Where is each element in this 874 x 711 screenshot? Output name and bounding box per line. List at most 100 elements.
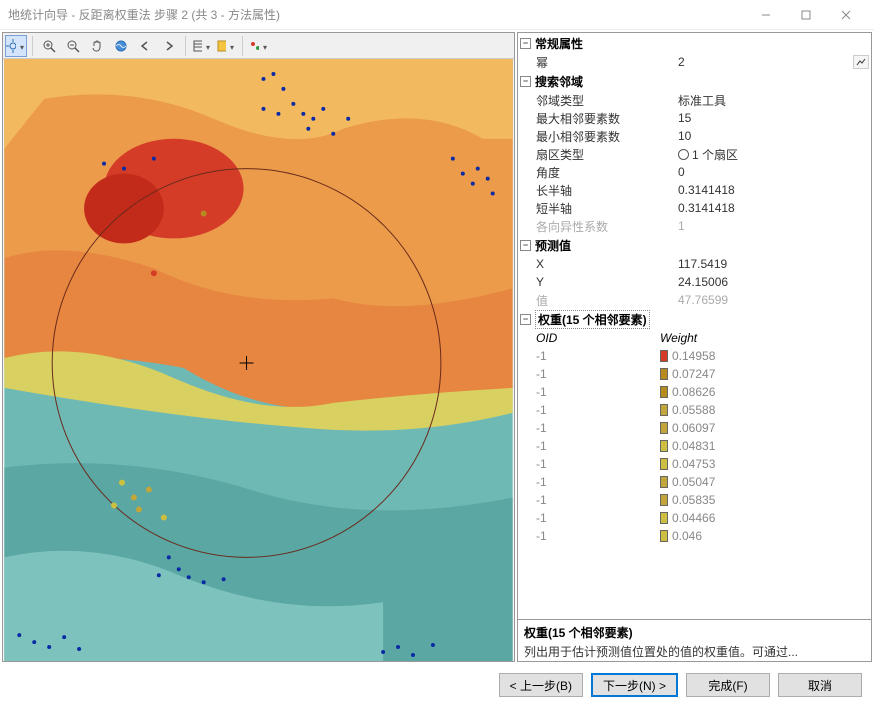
weight-oid: -1 (518, 439, 658, 453)
help-panel: 权重(15 个相邻要素) 列出用于估计预测值位置处的值的权重值。可通过... (518, 619, 871, 661)
prop-value: 值 47.76599 (518, 291, 871, 309)
section-predicted[interactable]: − 预测值 (518, 235, 871, 255)
window-controls (746, 0, 866, 30)
zoom-out-tool[interactable] (62, 35, 84, 57)
help-title: 权重(15 个相邻要素) (524, 624, 865, 641)
collapse-icon[interactable]: − (520, 314, 531, 325)
help-description: 列出用于估计预测值位置处的值的权重值。可通过... (524, 643, 865, 660)
section-general[interactable]: − 常规属性 (518, 33, 871, 53)
section-search[interactable]: − 搜索邻域 (518, 71, 871, 91)
toolbar-separator (32, 36, 33, 56)
map-view[interactable] (3, 59, 514, 661)
weight-value: 0.046 (672, 529, 702, 543)
points-menu[interactable] (248, 35, 270, 57)
weight-row[interactable]: -1 0.14958 (518, 347, 871, 365)
weight-oid: -1 (518, 493, 658, 507)
toolbar-separator (185, 36, 186, 56)
next-button[interactable]: 下一步(N) > (591, 673, 678, 697)
full-extent-tool[interactable] (110, 35, 132, 57)
prop-max-neighbors[interactable]: 最大相邻要素数 15 (518, 109, 871, 127)
weight-value: 0.14958 (672, 349, 715, 363)
section-title: 预测值 (535, 237, 571, 254)
properties-list: − 常规属性 幂 2 − 搜索邻域 邻域类型 标准工具 最大相邻要素数 15 (518, 33, 871, 619)
weight-oid: -1 (518, 457, 658, 471)
weight-color-icon (660, 476, 668, 488)
prev-extent-tool[interactable] (134, 35, 156, 57)
crosshair-tool[interactable] (5, 35, 27, 57)
weight-oid: -1 (518, 403, 658, 417)
col-oid-header: OID (518, 331, 658, 345)
prop-neighborhood-type[interactable]: 邻域类型 标准工具 (518, 91, 871, 109)
weight-value: 0.07247 (672, 367, 715, 381)
window-title: 地统计向导 - 反距离权重法 步骤 2 (共 3 - 方法属性) (8, 6, 746, 23)
weight-row[interactable]: -1 0.05047 (518, 473, 871, 491)
weight-value: 0.05835 (672, 493, 715, 507)
prop-min-neighbors[interactable]: 最小相邻要素数 10 (518, 127, 871, 145)
collapse-icon[interactable]: − (520, 76, 531, 87)
weight-color-icon (660, 386, 668, 398)
power-optimize-icon[interactable] (853, 55, 869, 69)
toolbar-separator (242, 36, 243, 56)
weight-oid: -1 (518, 349, 658, 363)
next-extent-tool[interactable] (158, 35, 180, 57)
sector-value: 1 个扇区 (692, 146, 738, 163)
view-menu[interactable] (191, 35, 213, 57)
weight-value: 0.04753 (672, 457, 715, 471)
pan-tool[interactable] (86, 35, 108, 57)
collapse-icon[interactable]: − (520, 38, 531, 49)
collapse-icon[interactable]: − (520, 240, 531, 251)
minimize-button[interactable] (746, 0, 786, 30)
weight-color-icon (660, 368, 668, 380)
weight-value: 0.05588 (672, 403, 715, 417)
weight-oid: -1 (518, 529, 658, 543)
weight-oid: -1 (518, 511, 658, 525)
prop-y[interactable]: Y 24.15006 (518, 273, 871, 291)
prop-anisotropy: 各向异性系数 1 (518, 217, 871, 235)
finish-button[interactable]: 完成(F) (686, 673, 770, 697)
weight-row[interactable]: -1 0.04831 (518, 437, 871, 455)
weight-row[interactable]: -1 0.05588 (518, 401, 871, 419)
zoom-in-tool[interactable] (38, 35, 60, 57)
weight-row[interactable]: -1 0.04753 (518, 455, 871, 473)
prop-x[interactable]: X 117.5419 (518, 255, 871, 273)
weight-value: 0.06097 (672, 421, 715, 435)
map-panel (2, 32, 515, 662)
prop-value[interactable]: 2 (676, 55, 853, 69)
prop-power[interactable]: 幂 2 (518, 53, 871, 71)
weight-row[interactable]: -10.06097 (518, 419, 871, 437)
weights-columns: OID Weight (518, 329, 871, 347)
weight-row[interactable]: -1 0.046 (518, 527, 871, 545)
maximize-button[interactable] (786, 0, 826, 30)
weight-color-icon (660, 512, 668, 524)
sector-icon (678, 149, 689, 160)
prop-major-axis[interactable]: 长半轴 0.3141418 (518, 181, 871, 199)
weight-oid: -1 (518, 475, 658, 489)
weights-table: -10.14958-10.07247-10.08626-10.05588-10.… (518, 347, 871, 545)
weight-value: 0.04831 (672, 439, 715, 453)
section-title: 权重(15 个相邻要素) (535, 310, 650, 329)
properties-panel: − 常规属性 幂 2 − 搜索邻域 邻域类型 标准工具 最大相邻要素数 15 (517, 32, 872, 662)
weight-oid: -1 (518, 385, 658, 399)
cancel-button[interactable]: 取消 (778, 673, 862, 697)
weight-row[interactable]: -1 0.07247 (518, 365, 871, 383)
weight-oid: -1 (518, 367, 658, 381)
wizard-footer: < 上一步(B) 下一步(N) > 完成(F) 取消 (0, 664, 874, 706)
weight-row[interactable]: -1 0.08626 (518, 383, 871, 401)
weight-value: 0.05047 (672, 475, 715, 489)
layer-menu[interactable] (215, 35, 237, 57)
weight-row[interactable]: -1 0.05835 (518, 491, 871, 509)
weight-color-icon (660, 350, 668, 362)
main-area: − 常规属性 幂 2 − 搜索邻域 邻域类型 标准工具 最大相邻要素数 15 (0, 30, 874, 664)
back-button[interactable]: < 上一步(B) (499, 673, 583, 697)
close-button[interactable] (826, 0, 866, 30)
section-weights[interactable]: − 权重(15 个相邻要素) (518, 309, 871, 329)
prop-sector-type[interactable]: 扇区类型 1 个扇区 (518, 145, 871, 163)
weight-value: 0.08626 (672, 385, 715, 399)
prop-angle[interactable]: 角度 0 (518, 163, 871, 181)
prop-minor-axis[interactable]: 短半轴 0.3141418 (518, 199, 871, 217)
weight-color-icon (660, 440, 668, 452)
weight-row[interactable]: -10.04466 (518, 509, 871, 527)
weight-color-icon (660, 458, 668, 470)
col-weight-header: Weight (658, 331, 871, 345)
interpolation-surface (3, 59, 514, 661)
